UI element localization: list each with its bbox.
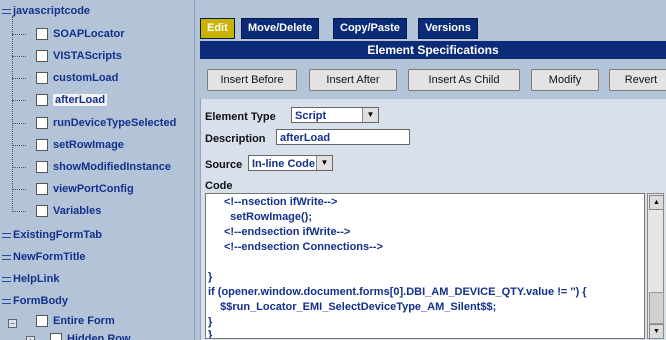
- checkbox[interactable]: [36, 117, 48, 129]
- tree-branch-icon: [2, 232, 11, 238]
- tree-node-vistascripts[interactable]: VISTAScripts: [53, 47, 122, 65]
- code-line: }: [208, 316, 213, 328]
- revert-button[interactable]: Revert: [609, 69, 666, 91]
- description-field[interactable]: afterLoad: [276, 129, 410, 145]
- element-editor-panel: Edit Move/Delete Copy/Paste Versions Ele…: [195, 0, 666, 340]
- code-line: }: [208, 329, 213, 339]
- element-type-label: Element Type: [205, 111, 276, 123]
- checkbox[interactable]: [36, 315, 48, 327]
- tab-versions[interactable]: Versions: [418, 18, 478, 39]
- tree-branch-icon: [2, 8, 11, 14]
- insert-before-button[interactable]: Insert Before: [207, 69, 297, 91]
- chevron-down-icon: ▼: [362, 108, 378, 122]
- checkbox[interactable]: [36, 28, 48, 40]
- checkbox[interactable]: [36, 72, 48, 84]
- description-label: Description: [205, 133, 266, 145]
- tree-node-soaplocator[interactable]: SOAPLocator: [53, 25, 125, 43]
- checkbox[interactable]: [36, 94, 48, 106]
- checkbox[interactable]: [36, 161, 48, 173]
- tree-branch-icon: [2, 276, 11, 282]
- tree-node-afterload-selected[interactable]: afterLoad: [53, 91, 108, 109]
- tree-node-viewportconfig[interactable]: viewPortConfig: [53, 180, 134, 198]
- tree-node-setrowimage[interactable]: setRowImage: [53, 136, 124, 154]
- tree-node-existingformtab[interactable]: ExistingFormTab: [2, 226, 102, 244]
- expand-collapse-icon[interactable]: −: [8, 319, 17, 328]
- element-tree: javascriptcode SOAPLocator VISTAScripts …: [0, 0, 195, 340]
- element-type-select[interactable]: Script ▼: [291, 107, 379, 123]
- tab-edit[interactable]: Edit: [200, 18, 235, 39]
- scroll-down-arrow-icon[interactable]: ▼: [649, 324, 664, 339]
- tab-copy-paste[interactable]: Copy/Paste: [333, 18, 407, 39]
- code-line: <!--endsection ifWrite-->: [224, 226, 351, 238]
- tree-node-formbody[interactable]: FormBody: [2, 292, 68, 310]
- code-line: <!--endsection Connections-->: [224, 241, 383, 253]
- chevron-down-icon: ▼: [316, 156, 332, 170]
- code-line: <!--nsection ifWrite-->: [224, 196, 338, 208]
- scroll-up-arrow-icon[interactable]: ▲: [649, 195, 664, 210]
- source-select[interactable]: In-line Code ▼: [248, 155, 333, 171]
- tree-branch-icon: [2, 254, 11, 260]
- tree-node-helplink[interactable]: HelpLink: [2, 270, 59, 288]
- tree-connector: [12, 16, 13, 212]
- insert-after-button[interactable]: Insert After: [309, 69, 397, 91]
- code-line: }: [208, 271, 213, 283]
- tab-move-delete[interactable]: Move/Delete: [241, 18, 320, 39]
- checkbox[interactable]: [36, 205, 48, 217]
- element-form: Element Type Script ▼ Description afterL…: [200, 99, 666, 340]
- tree-node-showmodifiedinstance[interactable]: showModifiedInstance: [53, 158, 171, 176]
- checkbox[interactable]: [36, 50, 48, 62]
- section-title: Element Specifications: [200, 41, 666, 59]
- tree-node-customload[interactable]: customLoad: [53, 69, 118, 87]
- modify-button[interactable]: Modify: [531, 69, 599, 91]
- tree-node-newformtitle[interactable]: NewFormTitle: [2, 248, 86, 266]
- checkbox[interactable]: [36, 139, 48, 151]
- expand-collapse-icon[interactable]: +: [26, 336, 35, 340]
- tree-node-entire-form[interactable]: Entire Form: [53, 312, 115, 330]
- code-scrollbar[interactable]: ▲ ▼: [647, 193, 664, 339]
- insert-as-child-button[interactable]: Insert As Child: [408, 69, 520, 91]
- source-label: Source: [205, 159, 243, 171]
- code-line: $$run_Locator_EMI_SelectDeviceType_AM_Si…: [214, 301, 497, 313]
- code-label: Code: [205, 180, 233, 192]
- tree-node-hidden-row[interactable]: Hidden Row: [67, 330, 131, 340]
- code-line: if (opener.window.document.forms[0].DBI_…: [208, 286, 587, 298]
- tree-node-variables[interactable]: Variables: [53, 202, 101, 220]
- checkbox[interactable]: [36, 183, 48, 195]
- code-line: setRowImage();: [224, 211, 313, 223]
- tree-node-rundevicetypeselected[interactable]: runDeviceTypeSelected: [53, 114, 176, 132]
- checkbox[interactable]: [50, 333, 62, 340]
- tree-node-javascriptcode[interactable]: javascriptcode: [2, 2, 90, 20]
- code-editor[interactable]: <!--nsection ifWrite--> setRowImage(); <…: [205, 193, 645, 339]
- scrollbar-thumb[interactable]: [649, 292, 664, 324]
- tree-branch-icon: [2, 298, 11, 304]
